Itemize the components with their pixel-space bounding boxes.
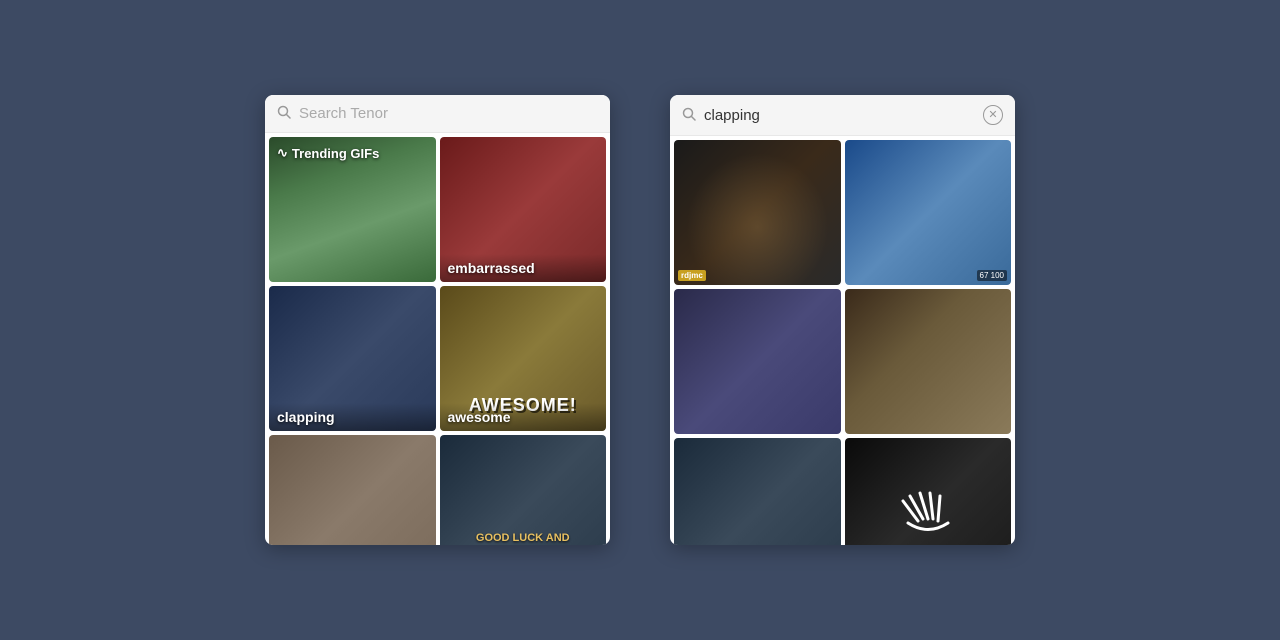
- item-label: clapping: [269, 403, 436, 431]
- goodluck-sub-text: GOOD LUCK ANDMAY THE ODDS: [448, 531, 599, 545]
- list-item[interactable]: [845, 438, 1012, 545]
- list-item[interactable]: GOOD LUCK ANDMAY THE ODDS good luck: [440, 435, 607, 545]
- left-grid-container[interactable]: ∿ Trending GIFs embarrassed clapping AWE…: [265, 133, 610, 545]
- clear-button[interactable]: ✕: [983, 105, 1003, 125]
- right-gif-grid: rdjmc 67 100 YAAAS!: [674, 140, 1011, 545]
- left-search-input[interactable]: [299, 105, 598, 122]
- list-item[interactable]: embarrassed: [440, 137, 607, 282]
- list-item[interactable]: 67 100: [845, 140, 1012, 285]
- trend-icon: ∿: [277, 145, 288, 161]
- clear-icon: ✕: [988, 110, 997, 121]
- right-search-input[interactable]: [704, 107, 975, 124]
- search-icon: [682, 107, 696, 124]
- search-icon: [277, 105, 291, 122]
- list-item[interactable]: jk: [269, 435, 436, 545]
- right-grid-container[interactable]: rdjmc 67 100 YAAAS!: [670, 136, 1015, 545]
- watermark: 67 100: [977, 270, 1007, 281]
- list-item[interactable]: AWESOME! awesome: [440, 286, 607, 431]
- hands-visual: [845, 438, 1012, 545]
- list-item[interactable]: [674, 289, 841, 434]
- list-item[interactable]: rdjmc: [674, 140, 841, 285]
- list-item[interactable]: clapping: [269, 286, 436, 431]
- right-panel: ✕ rdjmc 67 100 YAAAS!: [670, 95, 1015, 545]
- list-item[interactable]: [845, 289, 1012, 434]
- watermark: rdjmc: [678, 270, 706, 281]
- list-item[interactable]: ∿ Trending GIFs: [269, 137, 436, 282]
- item-label: awesome: [440, 403, 607, 431]
- item-label: embarrassed: [440, 254, 607, 282]
- list-item[interactable]: YAAAS!: [674, 438, 841, 545]
- right-search-bar: ✕: [670, 95, 1015, 136]
- left-search-bar: [265, 95, 610, 133]
- left-gif-grid: ∿ Trending GIFs embarrassed clapping AWE…: [269, 137, 606, 545]
- left-panel: ∿ Trending GIFs embarrassed clapping AWE…: [265, 95, 610, 545]
- trending-label: ∿ Trending GIFs: [277, 145, 379, 161]
